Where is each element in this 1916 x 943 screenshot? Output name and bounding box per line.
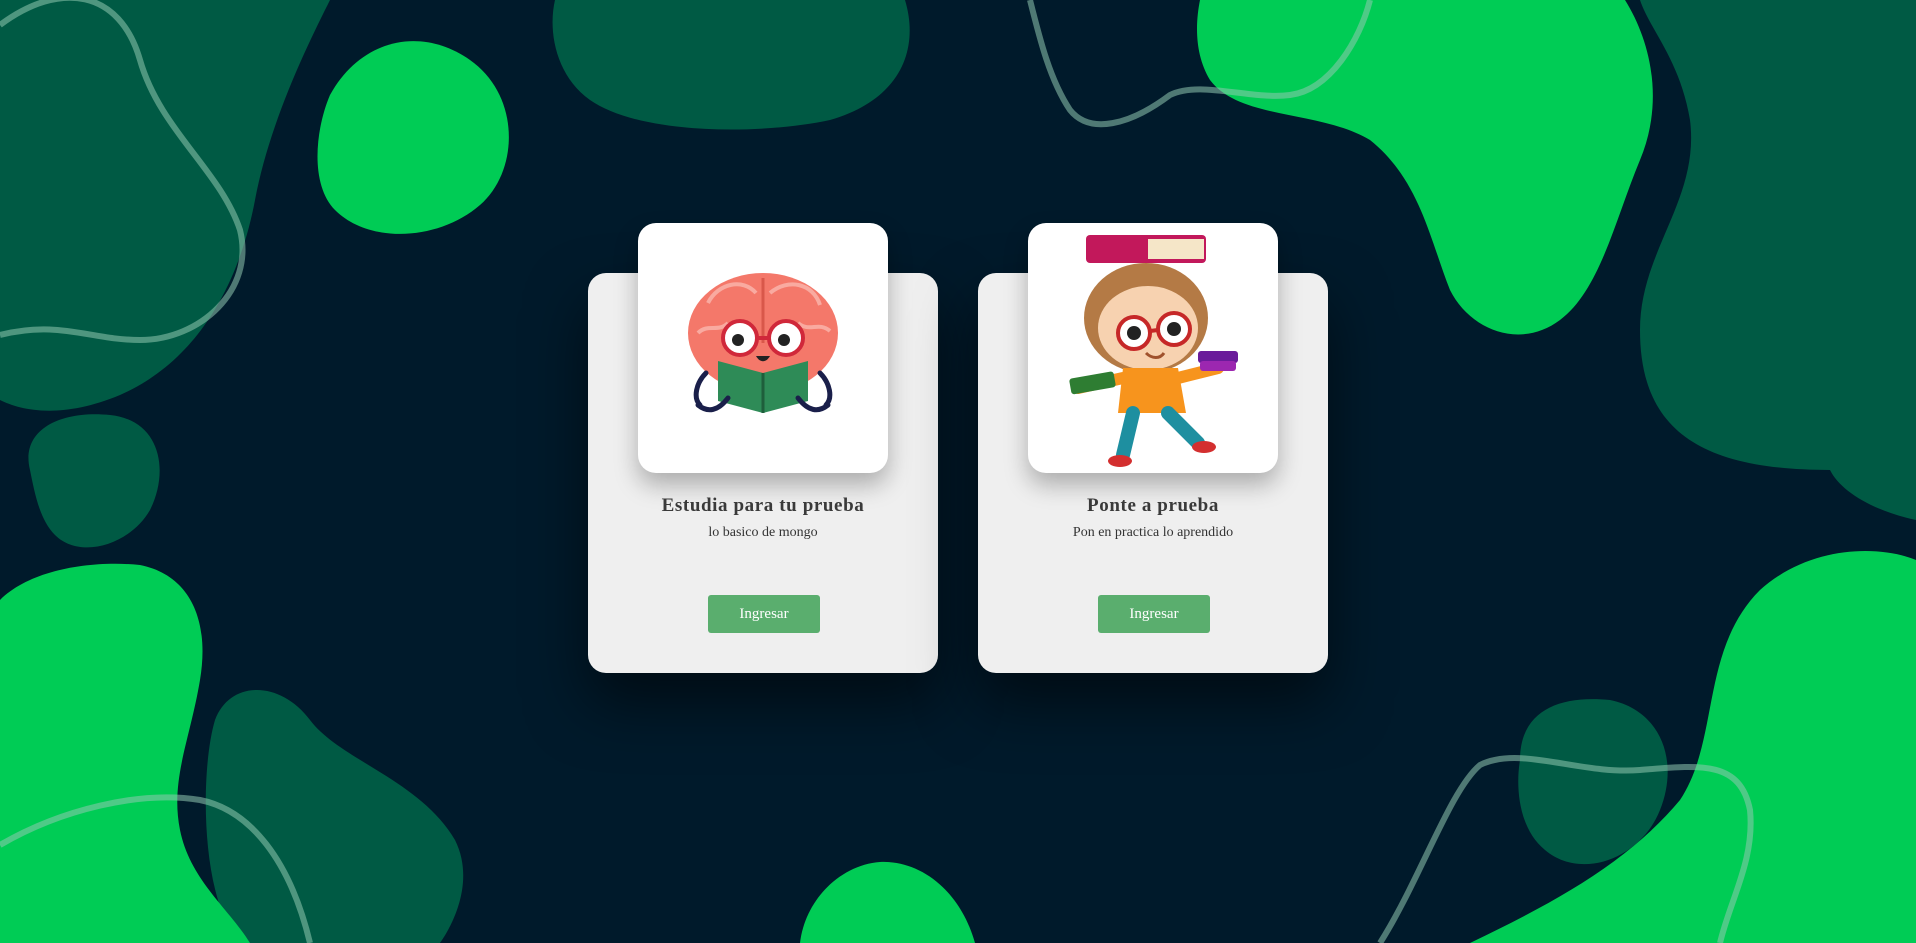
card-test: Ponte a prueba Pon en practica lo aprend… — [978, 223, 1328, 673]
boy-carrying-books-icon — [1069, 235, 1238, 467]
card-study: Estudia para tu prueba lo basico de mong… — [588, 223, 938, 673]
brain-reading-book-icon — [688, 273, 838, 413]
card-study-enter-button[interactable]: Ingresar — [708, 595, 820, 633]
card-test-title: Ponte a prueba — [1087, 495, 1219, 516]
cards-container: Estudia para tu prueba lo basico de mong… — [0, 0, 1916, 943]
card-study-image — [638, 223, 888, 473]
card-test-image — [1028, 223, 1278, 473]
card-study-title: Estudia para tu prueba — [661, 495, 865, 516]
card-test-subtitle: Pon en practica lo aprendido — [1072, 525, 1234, 540]
card-study-subtitle: lo basico de mongo — [708, 525, 818, 540]
card-test-enter-button[interactable]: Ingresar — [1098, 595, 1210, 633]
